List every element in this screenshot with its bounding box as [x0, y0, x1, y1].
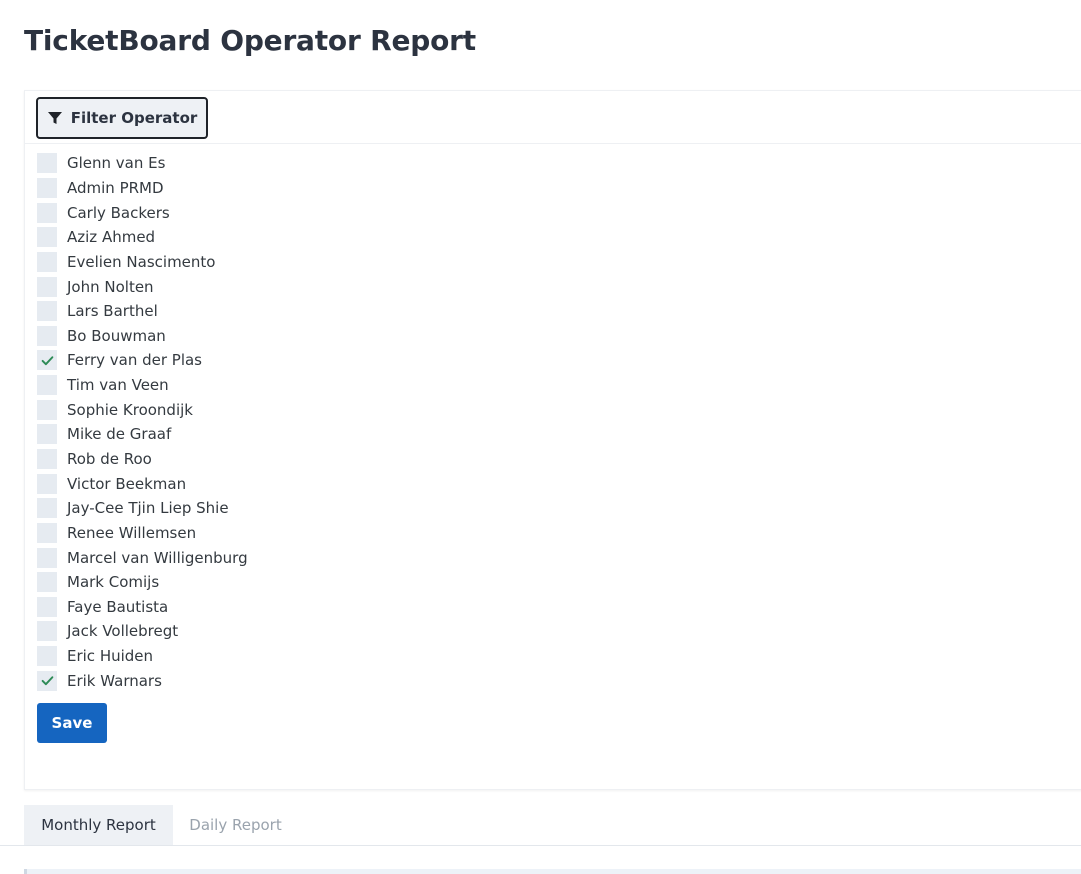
- operator-checkbox[interactable]: [37, 251, 57, 272]
- filter-operator-button[interactable]: Filter Operator: [36, 97, 208, 139]
- operator-checkbox[interactable]: [37, 301, 57, 322]
- operator-item[interactable]: Faye Bautista: [37, 595, 248, 620]
- operator-name: Victor Beekman: [67, 474, 187, 493]
- operator-checkbox[interactable]: [37, 350, 57, 371]
- operator-name: Eric Huiden: [67, 647, 154, 666]
- operator-item[interactable]: Renee Willemsen: [37, 521, 248, 546]
- operator-checkbox[interactable]: [37, 449, 57, 469]
- operator-item[interactable]: Marcel van Willigenburg: [37, 545, 248, 570]
- operator-name: Marcel van Willigenburg: [67, 548, 248, 567]
- save-button[interactable]: Save: [37, 703, 107, 743]
- operator-name: Renee Willemsen: [67, 523, 197, 542]
- operator-name: Bo Bouwman: [67, 326, 166, 345]
- operator-checkbox[interactable]: [37, 177, 57, 198]
- operator-checkbox[interactable]: [37, 572, 57, 593]
- operator-name: Mark Comijs: [67, 573, 160, 592]
- check-icon: [41, 676, 53, 686]
- operator-item[interactable]: Eric Huiden: [37, 644, 248, 669]
- operator-item[interactable]: Erik Warnars: [37, 668, 248, 693]
- operator-name: Aziz Ahmed: [67, 228, 156, 247]
- operator-item[interactable]: Lars Barthel: [37, 299, 248, 324]
- operator-checkbox[interactable]: [37, 473, 57, 494]
- operator-name: Rob de Roo: [67, 450, 152, 468]
- report-tabs: Monthly Report Daily Report: [0, 805, 1081, 846]
- operator-item[interactable]: Aziz Ahmed: [37, 225, 248, 250]
- operator-item[interactable]: John Nolten: [37, 274, 248, 299]
- operator-checkbox[interactable]: [37, 227, 57, 248]
- operator-checkbox[interactable]: [37, 399, 57, 420]
- filter-operator-label: Filter Operator: [70, 109, 198, 127]
- operator-item[interactable]: Sophie Kroondijk: [37, 397, 248, 422]
- operator-name: Admin PRMD: [67, 178, 164, 197]
- operator-item[interactable]: Jack Vollebregt: [37, 619, 248, 644]
- operator-checkbox[interactable]: [37, 621, 57, 642]
- operator-name: Evelien Nascimento: [67, 252, 216, 271]
- tab-daily-report[interactable]: Daily Report: [173, 805, 298, 845]
- operator-item[interactable]: Victor Beekman: [37, 471, 248, 496]
- operator-item[interactable]: Carly Backers: [37, 200, 248, 225]
- operator-name: Glenn van Es: [67, 154, 166, 173]
- operator-checkbox[interactable]: [37, 153, 57, 174]
- operator-item[interactable]: Mark Comijs: [37, 570, 248, 595]
- operator-name: Tim van Veen: [67, 376, 169, 395]
- check-icon: [41, 356, 53, 366]
- operator-checkbox[interactable]: [37, 375, 57, 396]
- operator-name: Mike de Graaf: [67, 425, 172, 444]
- operator-item[interactable]: Evelien Nascimento: [37, 250, 248, 275]
- page-title: TicketBoard Operator Report: [24, 24, 476, 57]
- operator-item[interactable]: Rob de Roo: [37, 447, 248, 472]
- operator-list: Glenn van Es Admin PRMD Carly Backers Aziz …: [37, 151, 248, 693]
- operator-checkbox[interactable]: [37, 424, 57, 445]
- filter-icon: [47, 112, 62, 124]
- card-header: Filter Operator: [25, 91, 1081, 144]
- operator-item[interactable]: Glenn van Es: [37, 151, 248, 176]
- operator-name: Lars Barthel: [67, 302, 158, 321]
- report-content-edge: [24, 869, 1081, 874]
- operator-checkbox[interactable]: [37, 670, 57, 691]
- operator-item[interactable]: Jay-Cee Tjin Liep Shie: [37, 496, 248, 521]
- operator-name: Jay-Cee Tjin Liep Shie: [67, 499, 229, 518]
- operator-name: Ferry van der Plas: [67, 351, 202, 370]
- operator-name: Sophie Kroondijk: [67, 400, 193, 419]
- operator-checkbox[interactable]: [37, 325, 57, 346]
- operator-name: Carly Backers: [67, 203, 170, 222]
- operator-checkbox[interactable]: [37, 596, 57, 617]
- tab-monthly-report[interactable]: Monthly Report: [24, 805, 173, 845]
- operator-checkbox[interactable]: [37, 547, 57, 568]
- operator-name: Faye Bautista: [67, 597, 169, 616]
- operator-checkbox[interactable]: [37, 646, 57, 667]
- operator-item[interactable]: Mike de Graaf: [37, 422, 248, 447]
- operator-checkbox[interactable]: [37, 498, 57, 519]
- operator-filter-card: Filter Operator Glenn van Es Admin PRMD Ca…: [24, 90, 1081, 790]
- operator-name: John Nolten: [67, 277, 154, 296]
- operator-checkbox[interactable]: [37, 276, 57, 297]
- operator-checkbox[interactable]: [37, 522, 57, 543]
- operator-item[interactable]: Bo Bouwman: [37, 323, 248, 348]
- operator-name: Jack Vollebregt: [67, 622, 179, 641]
- operator-item[interactable]: Admin PRMD: [37, 176, 248, 201]
- operator-item[interactable]: Ferry van der Plas: [37, 348, 248, 373]
- operator-checkbox[interactable]: [37, 202, 57, 223]
- operator-item[interactable]: Tim van Veen: [37, 373, 248, 398]
- operator-name: Erik Warnars: [67, 671, 162, 690]
